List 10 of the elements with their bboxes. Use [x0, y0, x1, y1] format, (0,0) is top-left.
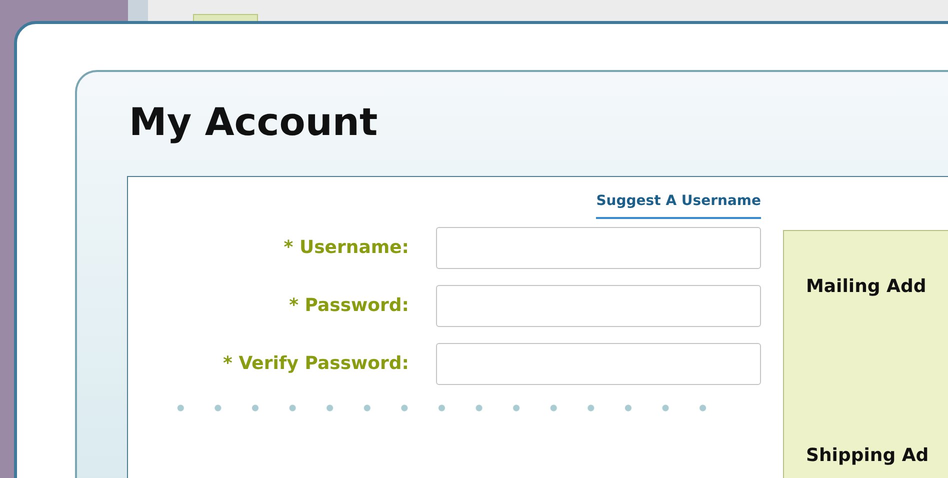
- username-field[interactable]: [436, 226, 761, 269]
- password-field[interactable]: [436, 342, 761, 385]
- section-heading: Mailing Add: [806, 274, 928, 299]
- suggest-username-link[interactable]: Suggest A Username: [596, 192, 761, 219]
- page-title: My Account: [129, 102, 379, 144]
- field-label: * Verify Password:: [222, 352, 409, 376]
- field-label: * Password:: [288, 294, 409, 318]
- password-field[interactable]: [436, 284, 761, 327]
- field-label: * Username:: [282, 236, 409, 260]
- section-heading: Shipping Ad: [806, 444, 930, 468]
